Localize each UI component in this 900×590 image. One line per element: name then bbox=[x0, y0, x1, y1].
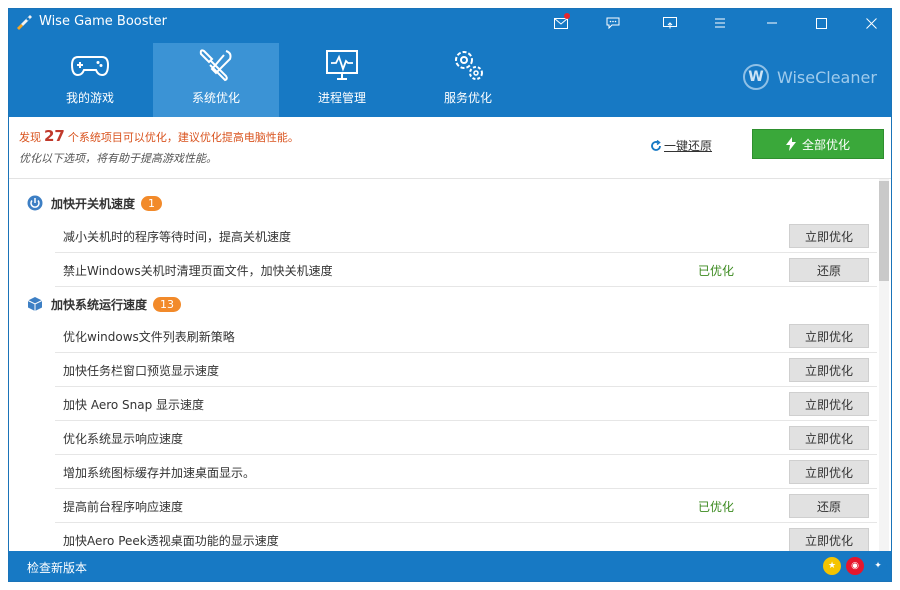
item-text: 禁止Windows关机时清理页面文件，加快关机速度 bbox=[63, 264, 333, 278]
social-icons: ★ ◉ ✦ bbox=[818, 557, 887, 575]
summary-suffix: 个系统项目可以优化，建议优化提高电脑性能。 bbox=[67, 131, 299, 144]
item-text: 加快 Aero Snap 显示速度 bbox=[63, 398, 205, 412]
summary-hint: 优化以下选项，将有助于提高游戏性能。 bbox=[19, 152, 217, 165]
section-header: 加快系统运行速度 13 bbox=[9, 289, 879, 319]
tab-service-optimize[interactable]: 服务优化 bbox=[405, 43, 531, 117]
item-text: 加快任务栏窗口预览显示速度 bbox=[63, 364, 220, 378]
tab-system-optimize[interactable]: 系统优化 bbox=[153, 43, 279, 117]
notification-dot bbox=[564, 13, 570, 19]
tab-label: 服务优化 bbox=[443, 91, 492, 105]
issue-count: 27 bbox=[44, 127, 65, 145]
rocket-icon bbox=[17, 15, 32, 30]
tab-label: 进程管理 bbox=[317, 91, 366, 105]
title-bar: Wise Game Booster bbox=[9, 9, 891, 37]
maximize-icon bbox=[815, 17, 827, 29]
optimize-button[interactable]: 立即优化 bbox=[789, 358, 869, 382]
maximize-button[interactable] bbox=[810, 13, 832, 33]
optimize-button[interactable]: 立即优化 bbox=[789, 224, 869, 248]
section-count-badge: 13 bbox=[153, 296, 182, 312]
close-icon bbox=[865, 17, 877, 29]
list-item: 增加系统图标缓存并加速桌面显示。 立即优化 bbox=[55, 455, 877, 489]
brand-mark: W bbox=[743, 64, 769, 90]
item-text: 提高前台程序响应速度 bbox=[63, 500, 184, 514]
feedback-button[interactable] bbox=[602, 13, 624, 33]
monitor-icon bbox=[326, 50, 358, 80]
restore-button[interactable]: 还原 bbox=[789, 494, 869, 518]
star-icon[interactable]: ★ bbox=[823, 557, 841, 575]
list-item: 加快任务栏窗口预览显示速度 立即优化 bbox=[55, 353, 877, 387]
tab-process-manager[interactable]: 进程管理 bbox=[279, 43, 405, 117]
app-title: Wise Game Booster bbox=[39, 14, 167, 29]
menu-button[interactable] bbox=[709, 13, 731, 33]
list-item: 减小关机时的程序等待时间，提高关机速度 立即优化 bbox=[55, 219, 877, 253]
mail-button[interactable] bbox=[550, 13, 572, 33]
renren-icon[interactable]: ✦ bbox=[869, 557, 887, 575]
minimize-icon bbox=[767, 22, 777, 24]
list-item: 禁止Windows关机时清理页面文件，加快关机速度 已优化 还原 bbox=[55, 253, 877, 287]
tab-my-games[interactable]: 我的游戏 bbox=[27, 43, 153, 117]
section-count-badge: 1 bbox=[141, 195, 163, 211]
status-bar: 检查新版本 ★ ◉ ✦ bbox=[9, 551, 891, 581]
summary-text: 发现 27 个系统项目可以优化，建议优化提高电脑性能。 bbox=[19, 127, 299, 145]
scrollbar[interactable] bbox=[879, 179, 889, 551]
summary-prefix: 发现 bbox=[19, 131, 41, 144]
tab-label: 系统优化 bbox=[191, 91, 240, 105]
item-text: 优化系统显示响应速度 bbox=[63, 432, 184, 446]
list-item: 提高前台程序响应速度 已优化 还原 bbox=[55, 489, 877, 523]
close-button[interactable] bbox=[860, 13, 882, 33]
lightning-icon bbox=[785, 137, 796, 151]
minimize-button[interactable] bbox=[761, 13, 783, 33]
chat-icon bbox=[606, 17, 620, 29]
power-icon bbox=[27, 195, 43, 211]
gears-icon bbox=[455, 51, 483, 80]
app-window: Wise Game Booster 我的游戏 系统优化 进程管理 服务优化 W … bbox=[8, 8, 892, 582]
scroll-thumb[interactable] bbox=[879, 181, 889, 281]
tools-icon bbox=[199, 49, 232, 82]
item-text: 优化windows文件列表刷新策略 bbox=[63, 330, 235, 344]
brand-logo: W WiseCleaner bbox=[743, 63, 877, 91]
item-text: 减小关机时的程序等待时间，提高关机速度 bbox=[63, 230, 292, 244]
section-header: 加快开关机速度 1 bbox=[9, 188, 879, 218]
optimize-all-label: 全部优化 bbox=[801, 137, 850, 152]
check-update-link[interactable]: 检查新版本 bbox=[27, 559, 87, 576]
main-nav: 我的游戏 系统优化 进程管理 服务优化 bbox=[27, 43, 531, 117]
optimize-button[interactable]: 立即优化 bbox=[789, 392, 869, 416]
optimize-button[interactable]: 立即优化 bbox=[789, 528, 869, 551]
optimization-list: 加快开关机速度 1 减小关机时的程序等待时间，提高关机速度 立即优化 禁止Win… bbox=[9, 179, 891, 551]
list-item: 优化windows文件列表刷新策略 立即优化 bbox=[55, 319, 877, 353]
gamepad-icon bbox=[70, 56, 110, 77]
restore-all-link[interactable]: 一键还原 bbox=[650, 137, 712, 154]
restore-all-label: 一键还原 bbox=[664, 139, 713, 153]
list-item: 加快Aero Peek透视桌面功能的显示速度 立即优化 bbox=[55, 523, 877, 551]
summary-panel: 发现 27 个系统项目可以优化，建议优化提高电脑性能。 优化以下选项，将有助于提高游… bbox=[9, 117, 891, 179]
tab-label: 我的游戏 bbox=[65, 91, 114, 105]
optimize-button[interactable]: 立即优化 bbox=[789, 324, 869, 348]
optimize-button[interactable]: 立即优化 bbox=[789, 460, 869, 484]
item-text: 加快Aero Peek透视桌面功能的显示速度 bbox=[63, 534, 279, 548]
item-status: 已优化 bbox=[698, 264, 735, 278]
cube-icon bbox=[27, 297, 43, 311]
optimize-button[interactable]: 立即优化 bbox=[789, 426, 869, 450]
menu-icon bbox=[715, 18, 725, 28]
share-icon bbox=[663, 17, 677, 29]
top-bar: Wise Game Booster 我的游戏 系统优化 进程管理 服务优化 W … bbox=[9, 9, 891, 117]
item-status: 已优化 bbox=[698, 500, 735, 514]
optimize-all-button[interactable]: 全部优化 bbox=[752, 129, 884, 159]
share-button[interactable] bbox=[659, 13, 681, 33]
refresh-icon bbox=[651, 139, 661, 151]
list-item: 优化系统显示响应速度 立即优化 bbox=[55, 421, 877, 455]
list-item: 加快 Aero Snap 显示速度 立即优化 bbox=[55, 387, 877, 421]
weibo-icon[interactable]: ◉ bbox=[846, 557, 864, 575]
mail-icon bbox=[554, 17, 568, 29]
restore-button[interactable]: 还原 bbox=[789, 258, 869, 282]
brand-name: WiseCleaner bbox=[777, 67, 877, 87]
item-text: 增加系统图标缓存并加速桌面显示。 bbox=[63, 466, 256, 480]
section-title: 加快开关机速度 bbox=[51, 196, 136, 211]
section-title: 加快系统运行速度 bbox=[51, 297, 148, 312]
